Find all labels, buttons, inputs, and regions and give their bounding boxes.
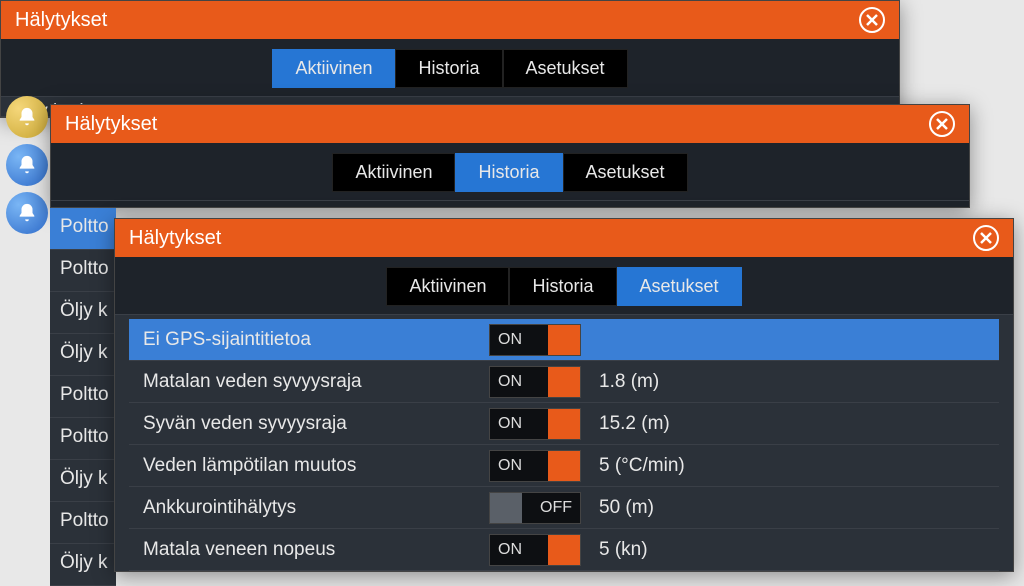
tab-bar: Aktiivinen Historia Asetukset xyxy=(1,39,899,97)
tab-active[interactable]: Aktiivinen xyxy=(272,49,395,88)
toggle-state-label: ON xyxy=(490,457,548,475)
history-list-peek: Poltto Poltto Öljy k Öljy k Poltto Poltt… xyxy=(50,208,116,586)
tab-settings[interactable]: Asetukset xyxy=(563,153,688,192)
close-button[interactable] xyxy=(973,225,999,251)
tab-bar: Aktiivinen Historia Asetukset xyxy=(115,257,1013,315)
alerts-window-active: Hälytykset Aktiivinen Historia Asetukset… xyxy=(0,0,900,118)
toggle-state-label: ON xyxy=(490,331,548,349)
spacer xyxy=(51,201,969,207)
toggle-state-label: ON xyxy=(490,415,548,433)
tab-settings[interactable]: Asetukset xyxy=(617,267,742,306)
setting-label: Ankkurointihälytys xyxy=(129,497,489,519)
bell-icon xyxy=(16,106,38,128)
window-title: Hälytykset xyxy=(15,9,107,32)
setting-value: 50 (m) xyxy=(599,497,999,519)
setting-label: Syvän veden syvyysraja xyxy=(129,413,489,435)
settings-row[interactable]: Matalan veden syvyysrajaON 1.8 (m) xyxy=(129,361,999,403)
list-item[interactable]: Poltto xyxy=(50,376,116,418)
settings-list: Ei GPS-sijaintitietoaONMatalan veden syv… xyxy=(115,315,1013,572)
toggle-thumb xyxy=(548,535,580,565)
setting-label: Ei GPS-sijaintitietoa xyxy=(129,329,489,351)
setting-value: 15.2 (m) xyxy=(599,413,999,435)
toggle-thumb xyxy=(490,493,522,523)
alerts-window-settings: Hälytykset Aktiivinen Historia Asetukset… xyxy=(114,218,1014,572)
settings-row[interactable]: Ei GPS-sijaintitietoaON xyxy=(129,319,999,361)
bell-icon-blue[interactable] xyxy=(6,192,48,234)
list-item[interactable]: Öljy k xyxy=(50,334,116,376)
tab-active[interactable]: Aktiivinen xyxy=(332,153,455,192)
toggle-thumb xyxy=(548,367,580,397)
bell-icon xyxy=(16,154,38,176)
tab-bar: Aktiivinen Historia Asetukset xyxy=(51,143,969,201)
toggle-state-label: ON xyxy=(490,373,548,391)
toggle-thumb xyxy=(548,325,580,355)
close-icon xyxy=(979,231,993,245)
list-item[interactable]: Öljy k xyxy=(50,460,116,502)
tab-history[interactable]: Historia xyxy=(395,49,502,88)
setting-value: 1.8 (m) xyxy=(599,371,999,393)
list-item[interactable]: Poltto xyxy=(50,208,116,250)
alerts-window-history: Hälytykset Aktiivinen Historia Asetukset xyxy=(50,104,970,208)
close-icon xyxy=(865,13,879,27)
tab-settings[interactable]: Asetukset xyxy=(503,49,628,88)
toggle-switch[interactable]: ON xyxy=(489,450,581,482)
toggle-switch[interactable]: ON xyxy=(489,534,581,566)
toggle-switch[interactable]: ON xyxy=(489,408,581,440)
close-icon xyxy=(935,117,949,131)
close-button[interactable] xyxy=(929,111,955,137)
toggle-thumb xyxy=(548,409,580,439)
toggle-switch[interactable]: ON xyxy=(489,366,581,398)
alert-bell-sidebar xyxy=(6,96,48,234)
list-item[interactable]: Öljy k xyxy=(50,292,116,334)
settings-row[interactable]: Veden lämpötilan muutosON 5 (°C/min) xyxy=(129,445,999,487)
bell-icon-blue[interactable] xyxy=(6,144,48,186)
setting-label: Matala veneen nopeus xyxy=(129,539,489,561)
bell-icon-gold[interactable] xyxy=(6,96,48,138)
bell-icon xyxy=(16,202,38,224)
settings-row[interactable]: Syvän veden syvyysrajaON 15.2 (m) xyxy=(129,403,999,445)
tab-history[interactable]: Historia xyxy=(455,153,562,192)
list-item[interactable]: Poltto xyxy=(50,502,116,544)
settings-row[interactable]: Matala veneen nopeusON 5 (kn) xyxy=(129,529,999,571)
list-item[interactable]: Öljy k xyxy=(50,544,116,586)
title-bar: Hälytykset xyxy=(115,219,1013,257)
tab-active[interactable]: Aktiivinen xyxy=(386,267,509,306)
toggle-switch[interactable]: OFF xyxy=(489,492,581,524)
setting-value: 5 (kn) xyxy=(599,539,999,561)
window-title: Hälytykset xyxy=(65,113,157,136)
close-button[interactable] xyxy=(859,7,885,33)
title-bar: Hälytykset xyxy=(1,1,899,39)
toggle-thumb xyxy=(548,451,580,481)
settings-row[interactable]: Ankkurointihälytys OFF 50 (m) xyxy=(129,487,999,529)
tab-history[interactable]: Historia xyxy=(509,267,616,306)
window-title: Hälytykset xyxy=(129,227,221,250)
title-bar: Hälytykset xyxy=(51,105,969,143)
list-item[interactable]: Poltto xyxy=(50,418,116,460)
toggle-state-label: OFF xyxy=(522,499,580,517)
list-item[interactable]: Poltto xyxy=(50,250,116,292)
setting-label: Matalan veden syvyysraja xyxy=(129,371,489,393)
setting-label: Veden lämpötilan muutos xyxy=(129,455,489,477)
toggle-state-label: ON xyxy=(490,541,548,559)
toggle-switch[interactable]: ON xyxy=(489,324,581,356)
setting-value: 5 (°C/min) xyxy=(599,455,999,477)
